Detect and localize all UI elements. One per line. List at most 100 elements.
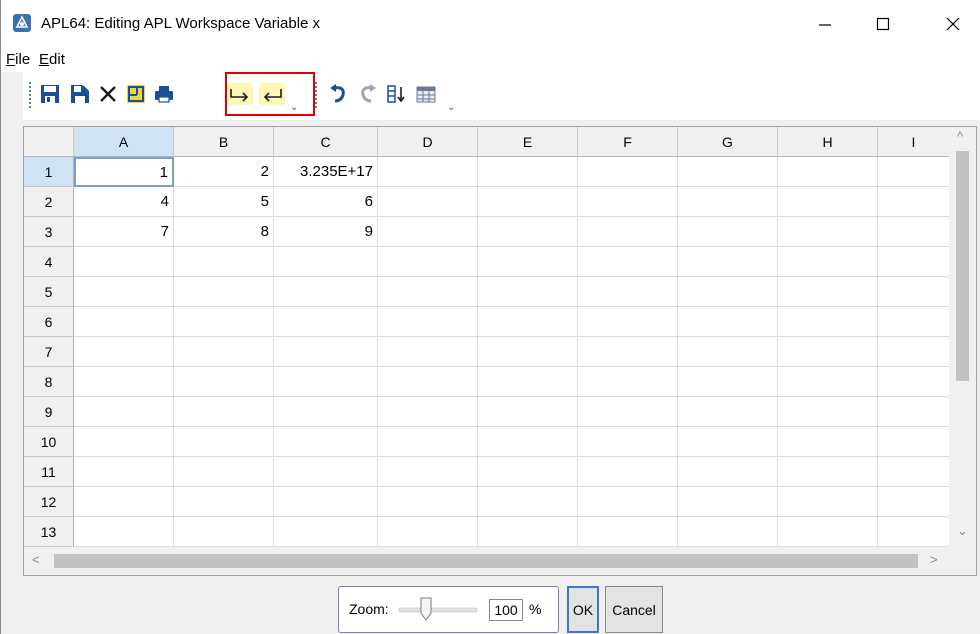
- cell-c12[interactable]: [274, 487, 378, 517]
- cell-e2[interactable]: [478, 187, 578, 217]
- scroll-up-icon[interactable]: ^: [957, 129, 963, 144]
- horizontal-scrollbar[interactable]: < >: [24, 547, 976, 575]
- cell-g3[interactable]: [678, 217, 778, 247]
- row-header-4[interactable]: 4: [24, 247, 74, 277]
- cell-a12[interactable]: [74, 487, 174, 517]
- cell-b5[interactable]: [174, 277, 274, 307]
- cell-h10[interactable]: [778, 427, 878, 457]
- undo-button[interactable]: [325, 80, 351, 108]
- row-header-7[interactable]: 7: [24, 337, 74, 367]
- cell-c1[interactable]: 3.235E+17: [274, 157, 378, 187]
- cell-i9[interactable]: [878, 397, 949, 427]
- row-header-3[interactable]: 3: [24, 217, 74, 247]
- cell-f8[interactable]: [578, 367, 678, 397]
- cell-g13[interactable]: [678, 517, 778, 547]
- cell-g8[interactable]: [678, 367, 778, 397]
- cell-d4[interactable]: [378, 247, 478, 277]
- row-header-13[interactable]: 13: [24, 517, 74, 547]
- cell-e11[interactable]: [478, 457, 578, 487]
- cell-g1[interactable]: [678, 157, 778, 187]
- column-header-d[interactable]: D: [378, 127, 478, 157]
- row-header-8[interactable]: 8: [24, 367, 74, 397]
- cell-d6[interactable]: [378, 307, 478, 337]
- cell-a9[interactable]: [74, 397, 174, 427]
- column-header-i[interactable]: I: [878, 127, 949, 157]
- row-header-9[interactable]: 9: [24, 397, 74, 427]
- cell-d13[interactable]: [378, 517, 478, 547]
- cell-g10[interactable]: [678, 427, 778, 457]
- cell-b4[interactable]: [174, 247, 274, 277]
- scroll-right-icon[interactable]: >: [930, 552, 938, 567]
- menu-edit[interactable]: Edit: [39, 51, 65, 68]
- cell-a13[interactable]: [74, 517, 174, 547]
- cell-g2[interactable]: [678, 187, 778, 217]
- cell-i11[interactable]: [878, 457, 949, 487]
- cell-h4[interactable]: [778, 247, 878, 277]
- cell-b2[interactable]: 5: [174, 187, 274, 217]
- ok-button[interactable]: OK: [567, 586, 599, 633]
- cell-h1[interactable]: [778, 157, 878, 187]
- cell-f13[interactable]: [578, 517, 678, 547]
- cell-i1[interactable]: [878, 157, 949, 187]
- close-window-button[interactable]: [929, 0, 977, 48]
- cell-h2[interactable]: [778, 187, 878, 217]
- cell-g11[interactable]: [678, 457, 778, 487]
- cell-a2[interactable]: 4: [74, 187, 174, 217]
- cell-d9[interactable]: [378, 397, 478, 427]
- cell-i4[interactable]: [878, 247, 949, 277]
- cell-e3[interactable]: [478, 217, 578, 247]
- menu-file[interactable]: File: [6, 51, 30, 68]
- cell-e9[interactable]: [478, 397, 578, 427]
- save-as-button[interactable]: [67, 80, 93, 108]
- cell-g9[interactable]: [678, 397, 778, 427]
- row-header-10[interactable]: 10: [24, 427, 74, 457]
- column-header-f[interactable]: F: [578, 127, 678, 157]
- row-header-1[interactable]: 1: [24, 157, 74, 187]
- cell-e10[interactable]: [478, 427, 578, 457]
- cell-b6[interactable]: [174, 307, 274, 337]
- cell-f6[interactable]: [578, 307, 678, 337]
- cell-a7[interactable]: [74, 337, 174, 367]
- grid-corner[interactable]: [24, 127, 74, 157]
- row-header-2[interactable]: 2: [24, 187, 74, 217]
- cell-b1[interactable]: 2: [174, 157, 274, 187]
- row-header-12[interactable]: 12: [24, 487, 74, 517]
- cell-i7[interactable]: [878, 337, 949, 367]
- cell-g5[interactable]: [678, 277, 778, 307]
- print-button[interactable]: [151, 80, 177, 108]
- cell-c5[interactable]: [274, 277, 378, 307]
- column-header-a[interactable]: A: [74, 127, 174, 157]
- toolbar-grip[interactable]: [29, 82, 34, 108]
- column-header-h[interactable]: H: [778, 127, 878, 157]
- cell-e7[interactable]: [478, 337, 578, 367]
- cell-f3[interactable]: [578, 217, 678, 247]
- cell-d10[interactable]: [378, 427, 478, 457]
- toolbar-overflow-right[interactable]: ⌄: [447, 102, 455, 113]
- cell-c10[interactable]: [274, 427, 378, 457]
- cell-h5[interactable]: [778, 277, 878, 307]
- cell-g4[interactable]: [678, 247, 778, 277]
- cell-c2[interactable]: 6: [274, 187, 378, 217]
- cell-a11[interactable]: [74, 457, 174, 487]
- sort-button[interactable]: [383, 80, 409, 108]
- cell-d3[interactable]: [378, 217, 478, 247]
- cell-i6[interactable]: [878, 307, 949, 337]
- table-button[interactable]: [413, 80, 439, 108]
- cell-i5[interactable]: [878, 277, 949, 307]
- cell-e8[interactable]: [478, 367, 578, 397]
- cell-a5[interactable]: [74, 277, 174, 307]
- cell-a10[interactable]: [74, 427, 174, 457]
- cell-g12[interactable]: [678, 487, 778, 517]
- redo-button[interactable]: [355, 80, 381, 108]
- vertical-scrollbar[interactable]: ^ ⌄: [949, 127, 976, 547]
- cancel-button[interactable]: Cancel: [605, 586, 663, 633]
- cell-h12[interactable]: [778, 487, 878, 517]
- cell-c11[interactable]: [274, 457, 378, 487]
- resize-button[interactable]: [123, 80, 149, 108]
- cell-i3[interactable]: [878, 217, 949, 247]
- zoom-slider-thumb[interactable]: [420, 597, 432, 621]
- cell-d11[interactable]: [378, 457, 478, 487]
- cell-c4[interactable]: [274, 247, 378, 277]
- cell-f10[interactable]: [578, 427, 678, 457]
- cell-a6[interactable]: [74, 307, 174, 337]
